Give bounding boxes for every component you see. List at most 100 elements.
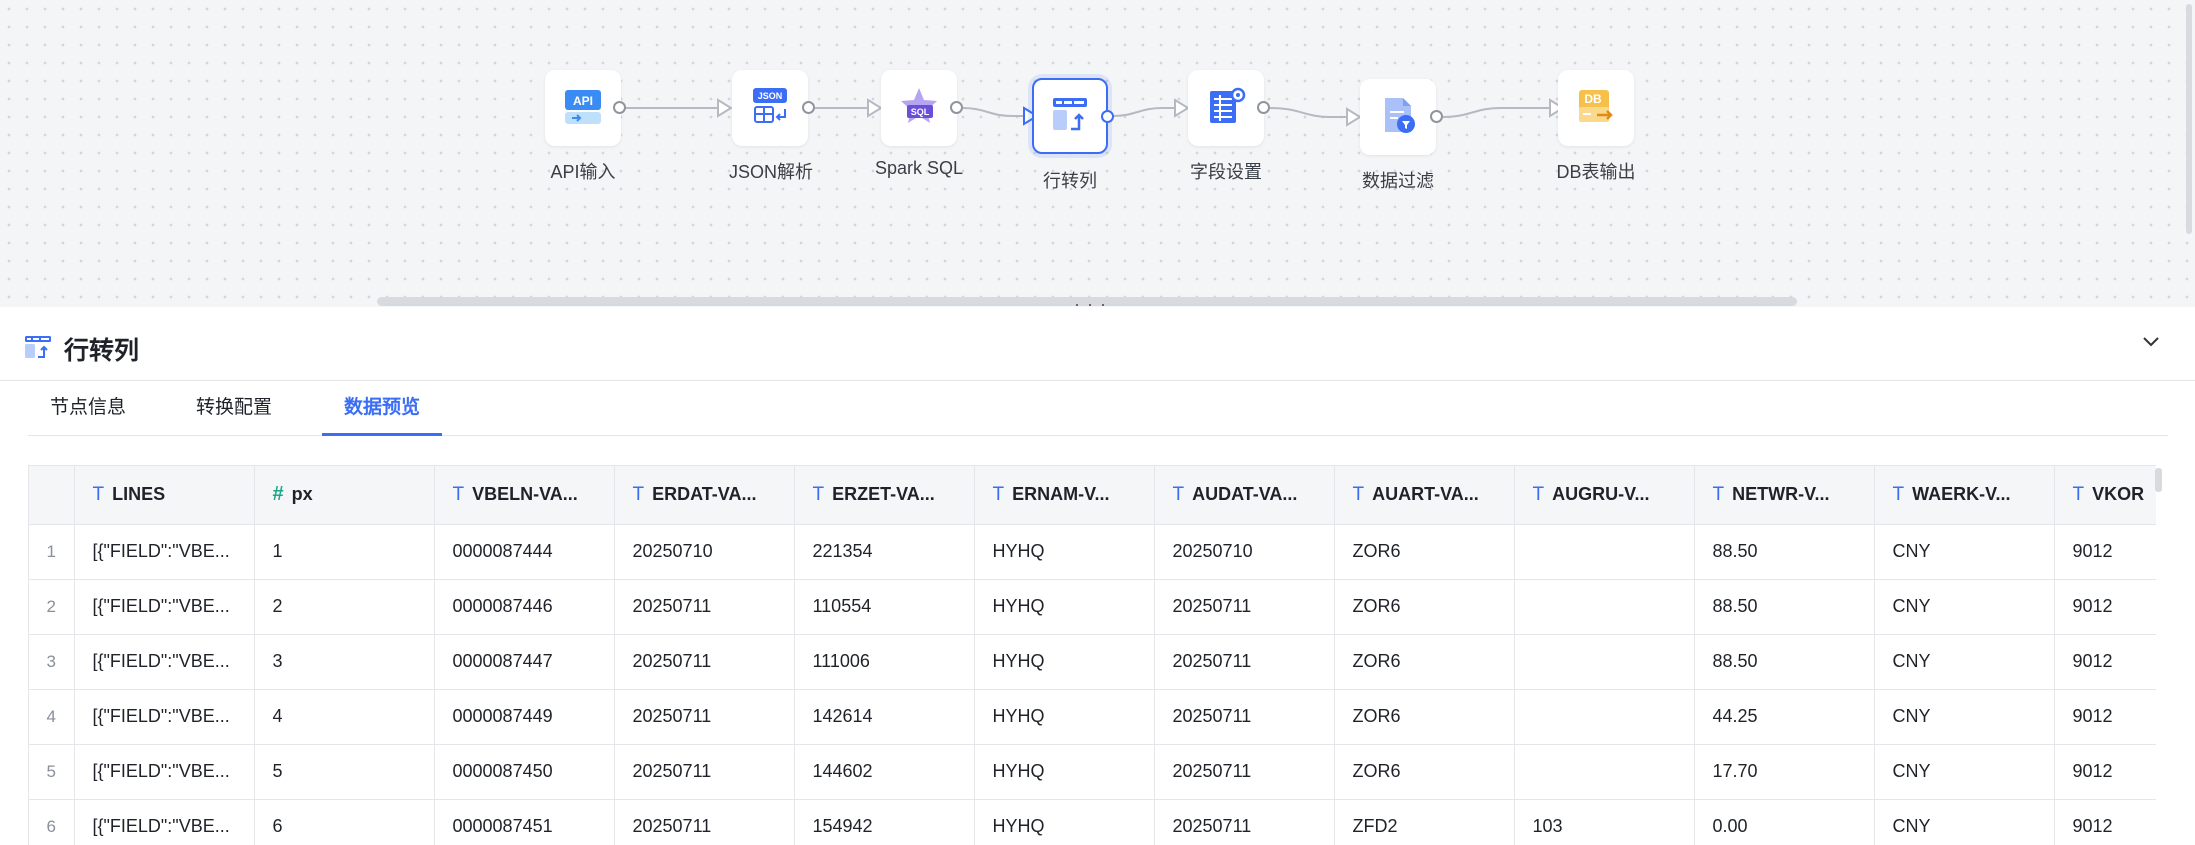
- node-db-output[interactable]: DB: [1558, 70, 1634, 146]
- node-row-to-column[interactable]: [1032, 78, 1108, 154]
- table-cell: 5: [254, 744, 435, 800]
- text-type-icon: T: [1712, 483, 1725, 505]
- tab-node-info[interactable]: 节点信息: [28, 380, 148, 435]
- table-cell: 88.50: [1694, 634, 1875, 690]
- data-preview-table[interactable]: T LINES # px T VBELN-VA... T ERDAT-VA... T ERZET-…: [28, 465, 2156, 845]
- node-label: JSON解析: [728, 162, 814, 182]
- table-cell: 9012: [2054, 744, 2156, 800]
- table-row[interactable]: 3 [{"FIELD":"VBE... 3 0000087447 20250711 111…: [29, 634, 2156, 690]
- table-cell: 103: [1514, 799, 1695, 845]
- row-index: 1: [29, 524, 75, 580]
- table-cell: 20250711: [1154, 579, 1335, 635]
- row-index: 5: [29, 744, 75, 800]
- column-header[interactable]: T VBELN-VA...: [434, 466, 615, 525]
- api-input-icon: API: [562, 85, 604, 132]
- table-row[interactable]: 6 [{"FIELD":"VBE... 6 0000087451 20250711 154…: [29, 799, 2156, 845]
- node-output-port[interactable]: [802, 101, 815, 114]
- chevron-down-icon[interactable]: [2142, 335, 2160, 353]
- column-header[interactable]: T NETWR-V...: [1694, 466, 1875, 525]
- data-filter-icon: [1377, 94, 1419, 141]
- table-cell: 20250711: [614, 744, 795, 800]
- column-header-label: AUART-VA...: [1372, 483, 1479, 504]
- number-type-icon: #: [272, 483, 284, 506]
- json-parse-icon: JSON: [749, 85, 791, 132]
- node-output-port[interactable]: [1101, 110, 1114, 123]
- column-header-label: ERNAM-V...: [1012, 483, 1110, 504]
- column-header-label: LINES: [112, 483, 166, 504]
- table-cell: CNY: [1874, 579, 2055, 635]
- table-cell: 111006: [794, 634, 975, 690]
- table-cell: 0000087449: [434, 689, 615, 745]
- table-cell: HYHQ: [974, 689, 1155, 745]
- table-cell: 9012: [2054, 689, 2156, 745]
- node-output-port[interactable]: [613, 101, 626, 114]
- node-api-input[interactable]: API: [545, 70, 621, 146]
- row-index: 6: [29, 799, 75, 845]
- pipeline-canvas[interactable]: API API输入 JSON JSON解析 SQL Spark SQL 行转列 …: [0, 0, 2195, 307]
- table-cell: [{"FIELD":"VBE...: [74, 634, 255, 690]
- table-cell: 0000087447: [434, 634, 615, 690]
- column-header[interactable]: T ERDAT-VA...: [614, 466, 795, 525]
- node-data-filter[interactable]: [1360, 79, 1436, 155]
- node-field-settings[interactable]: [1188, 70, 1264, 146]
- text-type-icon: T: [452, 483, 465, 505]
- table-cell: [1514, 579, 1695, 635]
- row-index-header: [29, 466, 75, 525]
- column-header[interactable]: T VKOR: [2054, 466, 2156, 525]
- table-cell: 17.70: [1694, 744, 1875, 800]
- node-output-port[interactable]: [950, 101, 963, 114]
- column-header[interactable]: T AUART-VA...: [1334, 466, 1515, 525]
- table-cell: 110554: [794, 579, 975, 635]
- node-label: 行转列: [1043, 171, 1097, 191]
- table-cell: CNY: [1874, 689, 2055, 745]
- table-cell: ZOR6: [1334, 524, 1515, 580]
- table-cell: 20250711: [1154, 799, 1335, 845]
- column-header[interactable]: # px: [254, 466, 435, 525]
- column-header-label: ERZET-VA...: [832, 483, 935, 504]
- column-header[interactable]: T AUGRU-V...: [1514, 466, 1695, 525]
- row-to-column-icon: [24, 334, 52, 365]
- table-row[interactable]: 1 [{"FIELD":"VBE... 1 0000087444 20250710 221…: [29, 524, 2156, 580]
- svg-text:DB: DB: [1584, 92, 1602, 106]
- table-cell: ZOR6: [1334, 579, 1515, 635]
- node-spark-sql[interactable]: SQL: [881, 70, 957, 146]
- table-cell: 0000087451: [434, 799, 615, 845]
- node-json-parse[interactable]: JSON: [732, 70, 808, 146]
- node-output-port[interactable]: [1257, 101, 1270, 114]
- text-type-icon: T: [1352, 483, 1365, 505]
- column-header[interactable]: T ERNAM-V...: [974, 466, 1155, 525]
- table-cell: 2: [254, 579, 435, 635]
- row-index: 3: [29, 634, 75, 690]
- table-cell: 0.00: [1694, 799, 1875, 845]
- table-cell: [{"FIELD":"VBE...: [74, 524, 255, 580]
- tab-transform-config[interactable]: 转换配置: [174, 380, 294, 435]
- table-cell: 0000087444: [434, 524, 615, 580]
- table-cell: 154942: [794, 799, 975, 845]
- table-cell: CNY: [1874, 799, 2055, 845]
- column-header[interactable]: T WAERK-V...: [1874, 466, 2055, 525]
- table-cell: HYHQ: [974, 799, 1155, 845]
- svg-text:SQL: SQL: [911, 107, 930, 117]
- table-vertical-scrollbar[interactable]: [2155, 468, 2162, 492]
- table-cell: 3: [254, 634, 435, 690]
- table-cell: ZOR6: [1334, 689, 1515, 745]
- text-type-icon: T: [2072, 483, 2085, 505]
- column-header-label: AUGRU-V...: [1552, 483, 1650, 504]
- table-cell: 20250711: [614, 579, 795, 635]
- table-row[interactable]: 4 [{"FIELD":"VBE... 4 0000087449 20250711 142…: [29, 689, 2156, 745]
- column-header[interactable]: T LINES: [74, 466, 255, 525]
- canvas-vertical-scrollbar[interactable]: [2186, 4, 2192, 234]
- table-cell: 20250710: [1154, 524, 1335, 580]
- column-header[interactable]: T ERZET-VA...: [794, 466, 975, 525]
- column-header-label: px: [291, 484, 313, 505]
- table-cell: [{"FIELD":"VBE...: [74, 579, 255, 635]
- table-cell: 20250711: [1154, 689, 1335, 745]
- table-row[interactable]: 5 [{"FIELD":"VBE... 5 0000087450 20250711 144…: [29, 744, 2156, 800]
- resize-handle[interactable]: · · ·· · ·: [1074, 295, 1107, 307]
- column-header[interactable]: T AUDAT-VA...: [1154, 466, 1335, 525]
- table-cell: 9012: [2054, 524, 2156, 580]
- column-header-label: ERDAT-VA...: [652, 483, 757, 504]
- tab-data-preview[interactable]: 数据预览: [322, 380, 443, 436]
- node-output-port[interactable]: [1430, 110, 1443, 123]
- table-row[interactable]: 2 [{"FIELD":"VBE... 2 0000087446 20250711 110…: [29, 579, 2156, 635]
